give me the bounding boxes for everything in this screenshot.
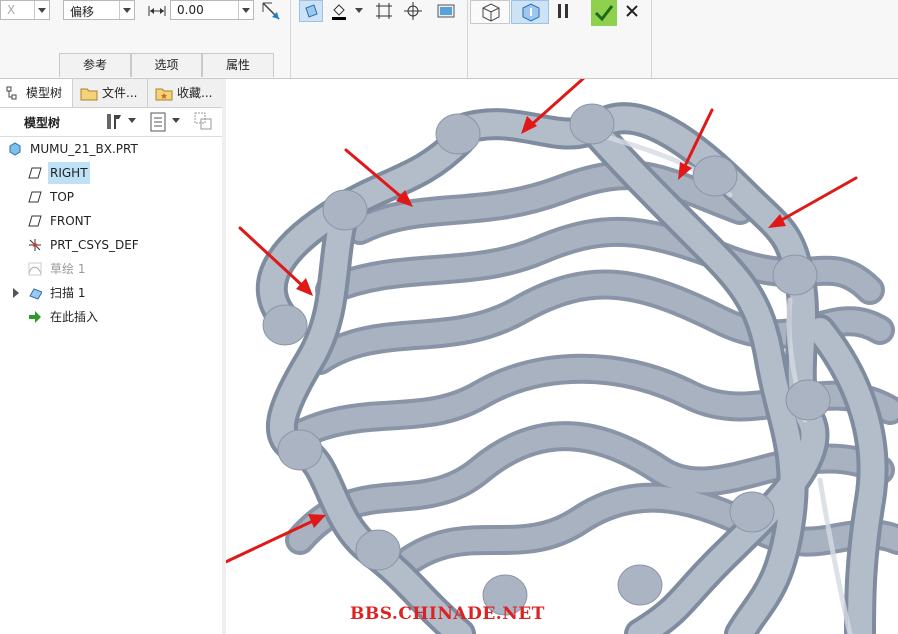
part-icon xyxy=(9,142,21,156)
checkmark-icon xyxy=(594,5,614,22)
confirm-button[interactable] xyxy=(591,0,617,26)
fill-color-button[interactable] xyxy=(327,0,351,22)
tab-label: 收藏... xyxy=(177,86,213,100)
folder-icon xyxy=(80,88,98,101)
trim-button[interactable] xyxy=(372,0,396,22)
chevron-down-icon[interactable] xyxy=(128,118,136,124)
tab-label: 文件... xyxy=(102,86,138,100)
tab-properties[interactable]: 属性 xyxy=(202,53,274,77)
tree-toolbar-label: 模型树 xyxy=(24,116,61,130)
panel-tabs: 模型树 文件... 收藏... xyxy=(0,79,222,108)
tree-item-label: FRONT xyxy=(50,214,91,228)
chevron-down-icon xyxy=(34,1,49,19)
sketch-icon xyxy=(28,262,42,276)
divider xyxy=(651,0,652,78)
favorites-folder-icon xyxy=(155,88,173,101)
flip-direction-button[interactable] xyxy=(258,0,284,22)
annotation-arrow xyxy=(776,176,858,224)
offset-value: 偏移 xyxy=(70,5,95,19)
ribbon: X 偏移 0.00 参考 选项 属性 xyxy=(0,0,898,79)
chevron-down-icon[interactable] xyxy=(352,0,366,22)
tab-files[interactable]: 文件... xyxy=(74,79,148,107)
graphics-viewport[interactable] xyxy=(226,79,898,634)
tree-item-label: PRT_CSYS_DEF xyxy=(50,238,139,252)
chevron-down-icon xyxy=(238,1,253,19)
close-icon xyxy=(626,5,638,17)
model-tree-panel: 模型树 文件... 收藏... 模型树 MUMU_21_BX.PRT RIGHT… xyxy=(0,79,223,634)
tab-label: 模型树 xyxy=(26,86,63,100)
display-button[interactable] xyxy=(433,0,459,22)
verify-button[interactable] xyxy=(511,0,549,24)
woven-basket-model xyxy=(226,79,898,634)
tree-item-label: TOP xyxy=(50,190,75,204)
preview-geometry-button[interactable] xyxy=(470,0,510,24)
filter-icon[interactable] xyxy=(194,112,214,132)
tree-toolbar: 模型树 xyxy=(0,108,222,137)
sweep-icon xyxy=(29,288,42,300)
dimension-icon xyxy=(146,0,168,22)
target-button[interactable] xyxy=(400,0,426,22)
tab-options[interactable]: 选项 xyxy=(131,53,202,77)
datum-plane-icon xyxy=(28,191,42,203)
cancel-button[interactable] xyxy=(621,0,643,22)
tree-item-label: 在此插入 xyxy=(50,310,99,324)
divider xyxy=(290,0,291,78)
show-columns-icon[interactable] xyxy=(150,112,168,132)
dimension-value: 0.00 xyxy=(177,3,204,17)
chevron-right-icon xyxy=(13,288,19,298)
datum-plane-icon xyxy=(28,215,42,227)
mode-dropdown[interactable]: X xyxy=(0,0,50,20)
insert-arrow-icon xyxy=(29,311,41,323)
offset-dropdown[interactable]: 偏移 xyxy=(63,0,135,20)
mode-value: X xyxy=(7,3,16,17)
watermark: BBS.CHINADE.NET xyxy=(350,604,545,624)
model-tree-icon xyxy=(6,86,17,100)
csys-icon xyxy=(29,239,41,251)
tab-references[interactable]: 参考 xyxy=(59,53,131,77)
settings-tools-icon[interactable] xyxy=(104,112,124,132)
tree-item-label: 草绘 1 xyxy=(50,262,86,276)
tab-favorites[interactable]: 收藏... xyxy=(149,79,222,107)
tree-root-label: MUMU_21_BX.PRT xyxy=(30,142,138,156)
tree-item-label: 扫描 1 xyxy=(50,286,86,300)
pause-button[interactable] xyxy=(551,0,575,22)
divider xyxy=(467,0,468,78)
chevron-down-icon[interactable] xyxy=(172,118,180,124)
solid-toggle-button[interactable] xyxy=(299,0,323,22)
dimension-input[interactable]: 0.00 xyxy=(170,0,254,20)
tab-model-tree[interactable]: 模型树 xyxy=(0,79,73,107)
datum-plane-icon xyxy=(28,167,42,179)
chevron-down-icon xyxy=(119,1,134,19)
tree-item-label: RIGHT xyxy=(48,162,90,184)
